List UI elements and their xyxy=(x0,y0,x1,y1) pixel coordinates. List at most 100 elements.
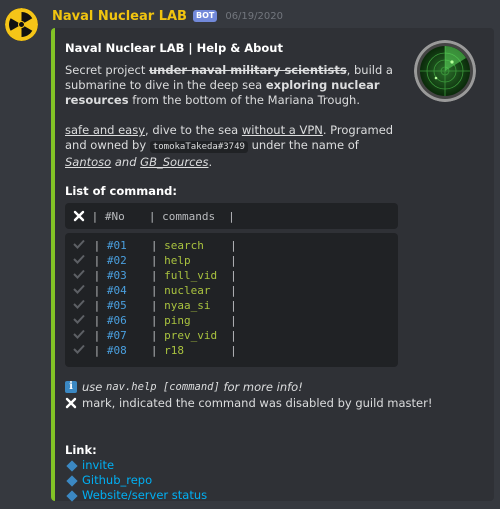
separator: | xyxy=(150,344,165,357)
author-name-1: Santoso xyxy=(65,155,112,169)
link-website-server-status[interactable]: Website/server status xyxy=(82,488,207,503)
desc-text: Secret project xyxy=(65,63,149,77)
separator: | xyxy=(150,269,165,282)
disabled-note: mark, indicated the command was disabled… xyxy=(65,396,432,410)
command-number: #02 xyxy=(106,254,127,267)
disabled-note-text: mark, indicated the command was disabled… xyxy=(82,396,433,410)
command-row: | #06 | ping | xyxy=(73,313,390,328)
command-name: prev_vid xyxy=(164,329,218,342)
command-number: #03 xyxy=(106,269,127,282)
separator: | xyxy=(150,329,165,342)
separator: | xyxy=(230,269,237,282)
separator: | xyxy=(230,344,237,357)
separator: | xyxy=(230,329,237,342)
desc-underline: without a VPN xyxy=(241,123,323,137)
desc-text: , dive to the sea xyxy=(145,123,242,137)
separator: | xyxy=(87,299,107,312)
command-number: #04 xyxy=(106,284,127,297)
blue-diamond-icon xyxy=(66,459,78,472)
links-section: Link: invite Github_repo Website/server st… xyxy=(65,443,207,503)
separator: | xyxy=(87,254,107,267)
commands-table-body: | #01 | search | | #02 | help | | #03 | full_… xyxy=(65,233,398,367)
link-item: Github_repo xyxy=(65,473,207,488)
command-number: #08 xyxy=(106,344,127,357)
radiation-icon xyxy=(5,8,38,41)
link-item: Website/server status xyxy=(65,488,207,503)
separator: | xyxy=(85,209,105,223)
help-hint: i use nav.help [command] for more info! xyxy=(65,380,303,394)
blue-diamond-icon xyxy=(66,474,78,487)
description-paragraph-2: safe and easy, dive to the sea without a… xyxy=(65,123,405,170)
help-command-example: nav.help [command] xyxy=(106,381,220,393)
command-row: | #03 | full_vid | xyxy=(73,268,390,283)
check-icon xyxy=(73,299,87,312)
command-name: full_vid xyxy=(164,269,218,282)
separator: | xyxy=(87,329,107,342)
check-icon xyxy=(73,284,87,297)
desc-text: . xyxy=(208,155,213,169)
command-number: #07 xyxy=(106,329,127,342)
radar-icon xyxy=(414,40,476,102)
check-icon xyxy=(73,344,87,357)
command-name: r18 xyxy=(164,344,184,357)
help-embed: Naval Nuclear LAB | Help & About Secret … xyxy=(51,28,494,503)
separator: | xyxy=(230,284,237,297)
command-number: #06 xyxy=(106,314,127,327)
separator: | xyxy=(150,239,165,252)
desc-underline: safe and easy xyxy=(65,123,146,137)
command-number: #05 xyxy=(106,299,127,312)
hint-text: for more info! xyxy=(219,380,303,394)
check-icon xyxy=(73,329,87,342)
desc-text: and xyxy=(111,155,141,169)
separator: | xyxy=(228,209,235,223)
commands-table-header: | #No | commands | xyxy=(65,203,398,229)
separator: | xyxy=(87,239,107,252)
command-row: | #08 | r18 | xyxy=(73,343,390,358)
command-row: | #07 | prev_vid | xyxy=(73,328,390,343)
separator: | xyxy=(87,269,107,282)
command-name: nyaa_si xyxy=(164,299,211,312)
command-row: | #05 | nyaa_si | xyxy=(73,298,390,313)
desc-text: from the bottom of the Mariana Trough. xyxy=(128,93,360,107)
column-header-no: #No xyxy=(104,209,125,223)
author-name-2: GB_Sources xyxy=(140,155,209,169)
command-name: search xyxy=(164,239,204,252)
separator: | xyxy=(150,254,165,267)
separator: | xyxy=(230,239,237,252)
command-number: #01 xyxy=(106,239,127,252)
commands-title: List of command: xyxy=(65,184,177,198)
command-row: | #02 | help | xyxy=(73,253,390,268)
link-invite[interactable]: invite xyxy=(82,458,114,473)
message-header: Naval Nuclear LAB BOT 06/19/2020 xyxy=(52,8,283,24)
column-header-commands: commands xyxy=(162,209,216,223)
embed-description: Secret project under naval military scie… xyxy=(65,63,405,185)
x-icon xyxy=(73,210,85,222)
message: Naval Nuclear LAB BOT 06/19/2020 Naval N… xyxy=(0,0,500,509)
blue-diamond-icon xyxy=(66,489,78,502)
username[interactable]: Naval Nuclear LAB xyxy=(52,9,187,24)
separator: | xyxy=(150,284,165,297)
desc-text: under the name of xyxy=(247,138,359,152)
check-icon xyxy=(73,254,87,267)
desc-strikethrough: under naval military scientists xyxy=(148,63,347,77)
separator: | xyxy=(87,314,107,327)
check-icon xyxy=(73,269,87,282)
command-name: ping xyxy=(164,314,191,327)
links-title: Link: xyxy=(65,443,97,457)
command-name: nuclear xyxy=(164,284,211,297)
description-paragraph-1: Secret project under naval military scie… xyxy=(65,63,405,108)
check-icon xyxy=(73,239,87,252)
link-github-repo[interactable]: Github_repo xyxy=(82,473,152,488)
separator: | xyxy=(150,314,165,327)
bot-badge: BOT xyxy=(192,10,218,22)
timestamp: 06/19/2020 xyxy=(225,10,283,22)
command-row: | #01 | search | xyxy=(73,238,390,253)
bot-avatar[interactable] xyxy=(5,8,38,41)
separator: | xyxy=(150,299,165,312)
separator: | xyxy=(148,209,163,223)
command-name: help xyxy=(164,254,191,267)
link-item: invite xyxy=(65,458,207,473)
separator: | xyxy=(230,254,237,267)
embed-title: Naval Nuclear LAB | Help & About xyxy=(65,41,283,55)
embed-thumbnail[interactable] xyxy=(414,40,476,102)
